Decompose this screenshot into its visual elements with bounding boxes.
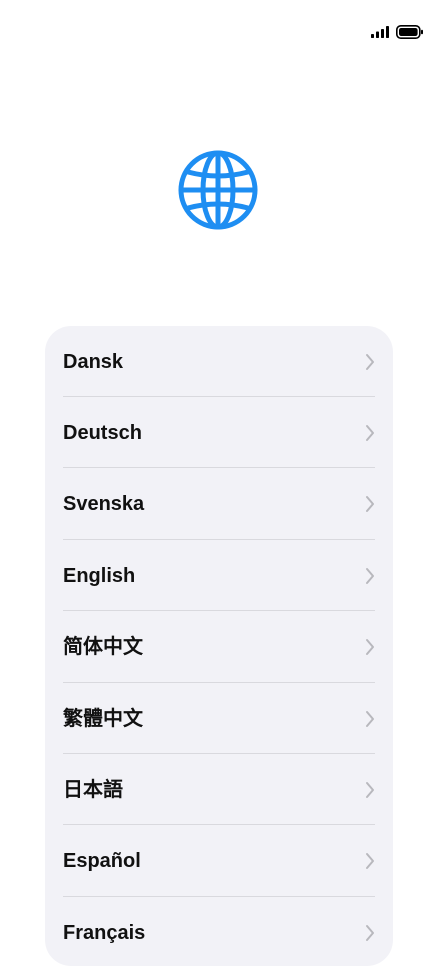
language-row-svenska[interactable]: Svenska (45, 468, 393, 539)
language-row-english[interactable]: English (45, 540, 393, 611)
language-row-japanese[interactable]: 日本語 (45, 754, 393, 825)
chevron-right-icon (366, 782, 374, 798)
chevron-right-icon (366, 711, 374, 727)
language-list: Dansk Deutsch Svenska English 简体中文 繁體中文 … (45, 326, 393, 966)
language-row-espanol[interactable]: Español (45, 825, 393, 896)
language-row-francais[interactable]: Français (45, 897, 393, 966)
chevron-right-icon (366, 925, 374, 941)
chevron-right-icon (366, 568, 374, 584)
language-label: 简体中文 (63, 636, 143, 658)
battery-icon (396, 25, 423, 39)
globe-icon (178, 150, 258, 230)
chevron-right-icon (366, 354, 374, 370)
chevron-right-icon (366, 496, 374, 512)
language-label: Español (63, 850, 141, 872)
status-bar (0, 0, 437, 56)
language-label: 繁體中文 (63, 708, 143, 730)
language-label: Dansk (63, 351, 124, 373)
language-label: Deutsch (63, 422, 142, 444)
language-label: Français (63, 922, 146, 944)
chevron-right-icon (366, 853, 374, 869)
language-label: Svenska (63, 493, 145, 515)
language-row-deutsch[interactable]: Deutsch (45, 397, 393, 468)
language-row-dansk[interactable]: Dansk (45, 326, 393, 397)
language-row-traditional-chinese[interactable]: 繁體中文 (45, 683, 393, 754)
cellular-signal-icon (371, 26, 389, 38)
chevron-right-icon (366, 639, 374, 655)
chevron-right-icon (366, 425, 374, 441)
language-row-simplified-chinese[interactable]: 简体中文 (45, 611, 393, 682)
language-label: 日本語 (63, 779, 123, 801)
language-label: English (63, 565, 136, 587)
